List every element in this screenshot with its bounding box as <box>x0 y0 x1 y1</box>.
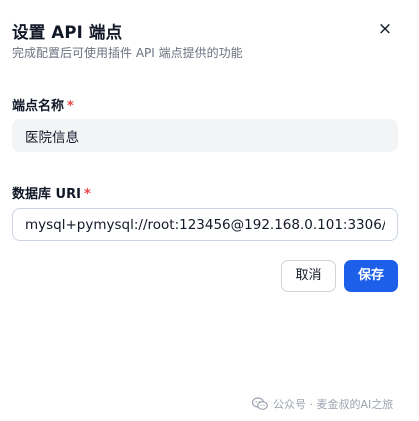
required-mark: * <box>67 99 74 114</box>
database-uri-input[interactable] <box>12 208 398 241</box>
save-button[interactable]: 保存 <box>344 260 398 292</box>
close-icon[interactable]: × <box>374 18 396 40</box>
watermark-text: 公众号 · 麦金叔的AI之旅 <box>273 398 394 411</box>
endpoint-name-label: 端点名称 * <box>12 95 74 114</box>
dialog-subtitle: 完成配置后可使用插件 API 端点提供的功能 <box>12 46 243 60</box>
wechat-icon <box>252 397 268 410</box>
endpoint-name-label-text: 端点名称 <box>12 99 65 114</box>
watermark: 公众号 · 麦金叔的AI之旅 <box>252 396 393 412</box>
dialog-title: 设置 API 端点 <box>12 23 123 42</box>
cancel-button[interactable]: 取消 <box>281 260 336 292</box>
database-uri-label: 数据库 URI * <box>12 183 91 202</box>
required-mark: * <box>83 187 91 202</box>
api-endpoint-dialog: 设置 API 端点 完成配置后可使用插件 API 端点提供的功能 × 端点名称 *… <box>0 0 419 421</box>
endpoint-name-input[interactable] <box>12 119 398 152</box>
database-uri-label-text: 数据库 URI <box>12 187 81 202</box>
